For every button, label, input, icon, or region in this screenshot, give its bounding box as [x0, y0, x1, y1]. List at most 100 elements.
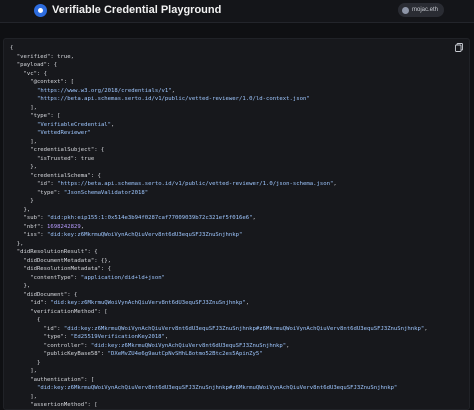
code-token: ], — [10, 368, 37, 374]
code-token: , — [164, 334, 169, 340]
code-token: "nbf": — [10, 223, 48, 230]
code-token: ], — [10, 393, 37, 400]
code-token: ], — [10, 104, 37, 111]
code-token: , — [333, 181, 337, 187]
code-token: , — [171, 87, 176, 94]
code-token: "application/did+ld+json" — [80, 274, 165, 281]
code-line: "VerifiableCredential", — [10, 121, 453, 130]
code-line: "sub": "did:pkh:eip155:1:0x514e3b94f0287… — [10, 214, 453, 223]
code-token: "didResolutionResult": { — [10, 249, 98, 255]
code-token: }, — [10, 206, 31, 213]
code-token: "Ed25519VerificationKey2018" — [70, 334, 165, 340]
code-token: }, — [10, 240, 24, 247]
code-line: "controller": "did:key:z6MkrmuQWoiVynAch… — [10, 342, 453, 351]
code-line: "payload": { — [10, 61, 453, 70]
app-header: Verifiable Credential Playground mojac.e… — [0, 0, 474, 23]
code-line: "@context": [ — [10, 78, 453, 87]
code-token: "type": [ — [10, 113, 61, 119]
code-line: "contentType": "application/did+ld+json" — [10, 274, 453, 283]
code-token: "https://beta.api.schemas.serto.id/v1/pu… — [57, 181, 334, 187]
app-title: Verifiable Credential Playground — [52, 4, 222, 16]
code-line: "VettedReviewer" — [10, 129, 453, 138]
code-line: "iss": "did:key:z6MkrmuQWoiVynAchQiuVerv… — [10, 231, 453, 240]
code-token: "didDocumentMetadata": {}, — [10, 257, 112, 264]
code-token: "sub": — [10, 215, 48, 221]
code-token: ], — [10, 138, 37, 145]
code-line: "authentication": [ — [10, 376, 453, 385]
code-token: } — [10, 198, 34, 204]
code-line: ], — [10, 367, 453, 376]
code-token: "vc": { — [10, 70, 48, 77]
code-token: "payload": { — [10, 62, 58, 68]
code-token: "isTrusted": true — [10, 155, 95, 162]
code-line: "didResolutionMetadata": { — [10, 265, 453, 274]
code-token: "type": — [10, 189, 64, 196]
code-token: "did:pkh:eip155:1:0x514e3b94f0287caf7700… — [47, 215, 253, 221]
code-line: "credentialSubject": { — [10, 146, 453, 155]
code-token: "didResolutionMetadata": { — [10, 266, 112, 272]
code-token: "did:key:z6MkrmuQWoiVynAchQiuVerv8nt6dU3… — [36, 385, 398, 391]
code-line: }, — [10, 240, 453, 249]
code-line: }, — [10, 206, 453, 215]
account-button[interactable]: mojac.eth — [397, 3, 444, 17]
code-token: "did:key:z6MkrmuQWoiVynAchQiuVerv8nt6dU3… — [63, 325, 425, 332]
code-token: "DXeMvZU4e6g9autCpNvSHhL8otmo52Btc2es5Ap… — [107, 351, 263, 357]
code-token: "did:key:z6MkrmuQWoiVynAchQiuVerv8nt6dU3… — [90, 342, 287, 349]
code-token: "id": — [10, 181, 58, 187]
code-line: "did:key:z6MkrmuQWoiVynAchQiuVerv8nt6dU3… — [10, 384, 453, 393]
code-token: "authentication": [ — [10, 376, 95, 383]
code-token: } — [10, 359, 41, 366]
account-name: mojac.eth — [411, 7, 438, 13]
code-token: "JsonSchemaValidator2018" — [63, 189, 149, 196]
code-line: "didDocument": { — [10, 291, 453, 300]
code-token: "credentialSubject": { — [10, 147, 105, 153]
code-line: } — [10, 197, 453, 206]
code-line: "verificationMethod": [ — [10, 308, 453, 317]
code-line: "id": "https://beta.api.schemas.serto.id… — [10, 180, 453, 189]
json-result-panel: { "verified": true, "payload": { "vc": {… — [3, 38, 470, 410]
code-token: "did:key:z6MkrmuQWoiVynAchQiuVerv8nt6dU3… — [50, 300, 246, 306]
code-line: "didDocumentMetadata": {}, — [10, 257, 453, 266]
code-token: "id": — [10, 300, 51, 306]
code-token: { — [10, 317, 41, 323]
code-line: "publicKeyBase58": "DXeMvZU4e6g9autCpNvS… — [10, 350, 453, 359]
code-line: "didResolutionResult": { — [10, 248, 453, 257]
code-token: , — [111, 121, 115, 128]
code-token: , — [252, 215, 256, 221]
code-token: "id": — [10, 325, 64, 332]
code-token: "https://www.w3.org/2018/credentials/v1" — [36, 87, 172, 94]
code-token: "type": — [10, 334, 71, 340]
code-line: ], — [10, 393, 453, 402]
code-token: 1698242829 — [47, 223, 81, 230]
code-line: "https://www.w3.org/2018/credentials/v1"… — [10, 87, 453, 96]
code-line: "id": "did:key:z6MkrmuQWoiVynAchQiuVerv8… — [10, 299, 453, 308]
code-line: }, — [10, 282, 453, 291]
code-line: "assertionMethod": [ — [10, 401, 453, 409]
code-line: { — [10, 316, 453, 325]
code-line: "type": "Ed25519VerificationKey2018", — [10, 333, 453, 342]
code-token: { — [10, 45, 14, 51]
code-token: "controller": — [10, 342, 91, 349]
code-line: ], — [10, 138, 453, 147]
code-line: }, — [10, 163, 453, 172]
code-token: "VerifiableCredential" — [36, 121, 112, 128]
code-token: , — [286, 342, 290, 349]
code-line: } — [10, 359, 453, 368]
circle-logo-icon — [34, 4, 47, 17]
code-line: ], — [10, 104, 453, 113]
code-line: "nbf": 1698242829, — [10, 223, 453, 232]
code-token: "contentType": — [10, 274, 81, 281]
code-line: "credentialSchema": { — [10, 172, 453, 181]
code-token: "verified": true, — [10, 53, 74, 60]
code-line: "isTrusted": true — [10, 155, 453, 164]
json-code-block: { "verified": true, "payload": { "vc": {… — [10, 44, 453, 409]
code-line: "type": "JsonSchemaValidator2018" — [10, 189, 453, 198]
copy-icon[interactable] — [455, 43, 463, 52]
code-token: "didDocument": { — [10, 291, 78, 298]
code-line: "type": [ — [10, 112, 453, 121]
avatar-icon — [401, 6, 409, 14]
